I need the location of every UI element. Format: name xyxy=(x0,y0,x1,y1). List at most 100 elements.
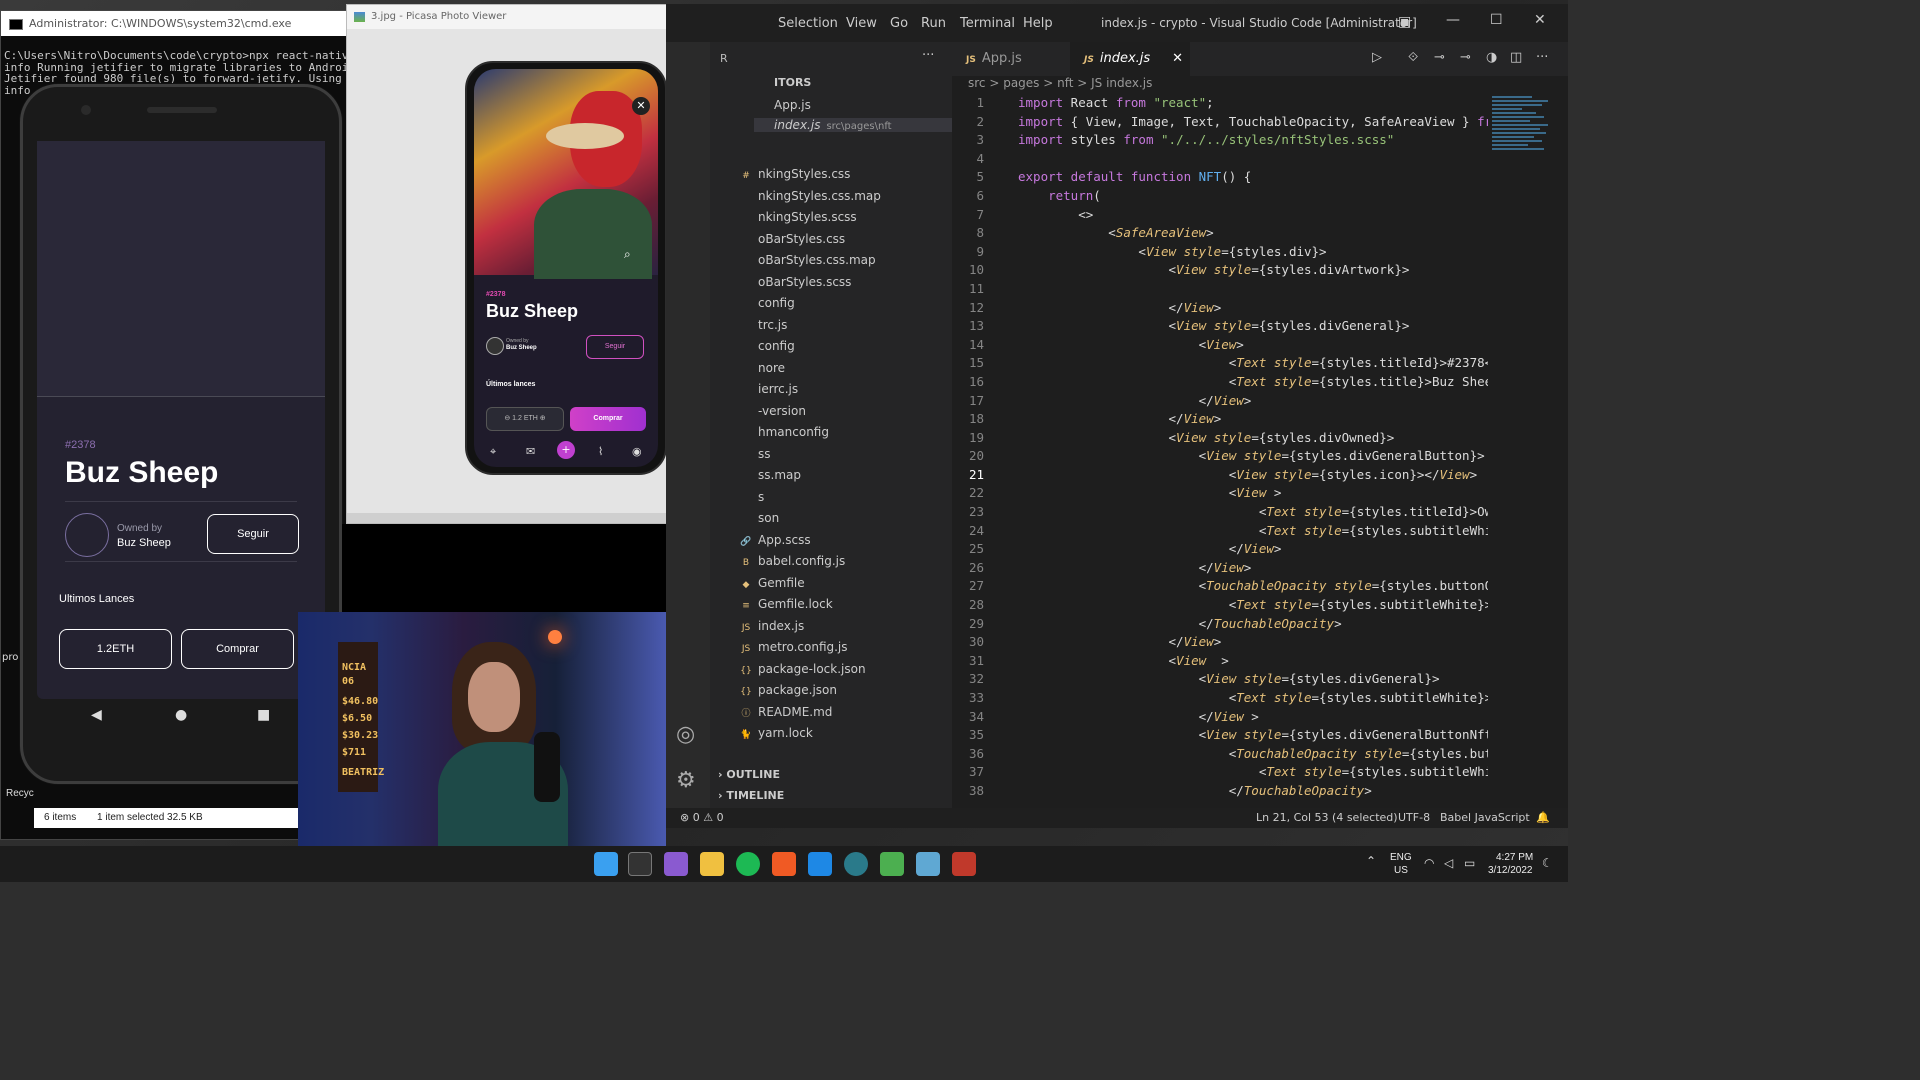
gear-icon[interactable]: ⚙ xyxy=(676,768,696,793)
clock-time[interactable]: 4:27 PM xyxy=(1496,852,1533,863)
buy-button[interactable]: Comprar xyxy=(181,629,294,669)
git-compare-icon[interactable]: ⟐ xyxy=(1408,50,1418,65)
tab-index-js[interactable]: JS index.js ✕ xyxy=(1070,42,1190,76)
more-actions-icon[interactable]: ··· xyxy=(1536,50,1548,65)
emulator-screen[interactable]: #2378 Buz Sheep Owned by Buz Sheep Segui… xyxy=(37,141,325,699)
microphone xyxy=(534,732,560,802)
bell-icon[interactable]: 🔔 xyxy=(1536,808,1550,828)
brave-icon[interactable] xyxy=(772,852,796,876)
file-item[interactable]: JS metro.config.js xyxy=(740,640,848,654)
language-mode[interactable]: Babel JavaScript xyxy=(1440,808,1530,828)
moon-icon[interactable]: ☾ xyxy=(1542,856,1553,870)
terminal-icon[interactable] xyxy=(628,852,652,876)
tab-app-js[interactable]: JS App.js xyxy=(952,42,1062,76)
more-icon[interactable]: ··· xyxy=(922,48,934,63)
open-changes-icon[interactable]: ◑ xyxy=(1486,50,1497,65)
file-item[interactable]: JS index.js xyxy=(740,619,804,633)
status-bar: ⊗ 0 ⚠ 0 Ln 21, Col 53 (4 selected) UTF-8… xyxy=(666,808,1568,828)
split-editor-icon[interactable]: ◫ xyxy=(1510,50,1522,65)
next-change-icon[interactable]: ⊸ xyxy=(1460,50,1471,65)
file-item[interactable]: config xyxy=(740,339,795,353)
file-item[interactable]: hmanconfig xyxy=(740,425,829,439)
spotify-icon[interactable] xyxy=(736,852,760,876)
close-icon[interactable]: ✕ xyxy=(1534,12,1546,28)
file-item[interactable]: ss.map xyxy=(740,468,801,482)
tab-label: App.js xyxy=(981,51,1022,66)
file-item[interactable]: 🐈 yarn.lock xyxy=(740,726,812,740)
breadcrumb[interactable]: src > pages > nft > JS index.js xyxy=(968,76,1152,90)
node-icon[interactable] xyxy=(880,852,904,876)
file-item[interactable]: {} package.json xyxy=(740,683,837,697)
layout-icon[interactable]: ▣ xyxy=(1398,14,1411,30)
file-item[interactable]: oBarStyles.scss xyxy=(740,275,851,289)
language-indicator[interactable]: ENG xyxy=(1390,852,1412,863)
cmd-icon[interactable] xyxy=(952,852,976,876)
file-item[interactable]: nkingStyles.css.map xyxy=(740,189,881,203)
menu-view[interactable]: View xyxy=(846,16,877,31)
vscode-icon[interactable] xyxy=(808,852,832,876)
file-item[interactable]: nkingStyles.scss xyxy=(740,210,857,224)
follow-button[interactable]: Seguir xyxy=(207,514,299,554)
minimap[interactable] xyxy=(1492,94,1554,174)
timeline-section[interactable]: › TIMELINE xyxy=(718,789,784,802)
file-item[interactable]: ◆ Gemfile xyxy=(740,576,805,590)
file-item[interactable]: oBarStyles.css xyxy=(740,232,845,246)
file-item[interactable]: ierrc.js xyxy=(740,382,798,396)
menu-go[interactable]: Go xyxy=(890,16,908,31)
file-type-icon: 🐈 xyxy=(740,730,752,740)
menu-selection[interactable]: Selection xyxy=(778,16,838,31)
file-item[interactable]: ≡ Gemfile.lock xyxy=(740,597,832,611)
file-item[interactable]: ⓘ README.md xyxy=(740,705,832,719)
wifi-icon[interactable]: ◠ xyxy=(1424,856,1434,870)
recents-icon[interactable]: ■ xyxy=(257,707,270,723)
recycle-bin-label[interactable]: Recyc xyxy=(6,788,34,799)
cursor-position[interactable]: Ln 21, Col 53 (4 selected) xyxy=(1256,808,1398,828)
volume-icon[interactable]: ◁ xyxy=(1444,856,1453,870)
menu-terminal[interactable]: Terminal xyxy=(960,16,1015,31)
file-item[interactable]: -version xyxy=(740,404,806,418)
cmd-titlebar[interactable]: Administrator: C:\WINDOWS\system32\cmd.e… xyxy=(1,11,359,36)
file-item[interactable]: s xyxy=(740,490,764,504)
minimize-icon[interactable]: — xyxy=(1446,12,1460,28)
back-icon[interactable]: ◀ xyxy=(91,707,102,723)
file-item[interactable]: # nkingStyles.css xyxy=(740,167,850,181)
close-tab-icon[interactable]: ✕ xyxy=(1172,51,1183,66)
account-icon[interactable]: ◎ xyxy=(676,722,695,747)
outline-section[interactable]: › OUTLINE xyxy=(718,768,780,781)
problems-indicator[interactable]: ⊗ 0 ⚠ 0 xyxy=(680,808,724,828)
photo-viewer-icon[interactable] xyxy=(916,852,940,876)
file-item[interactable]: oBarStyles.css.map xyxy=(740,253,876,267)
vscode-window[interactable]: Selection View Go Run Terminal Help inde… xyxy=(666,4,1568,828)
open-editor-item[interactable]: index.js src\pages\nft xyxy=(754,118,952,132)
code-editor[interactable]: import React from "react"; import { View… xyxy=(1018,94,1488,801)
encoding-indicator[interactable]: UTF-8 xyxy=(1398,808,1430,828)
region-indicator[interactable]: US xyxy=(1394,865,1408,876)
menu-run[interactable]: Run xyxy=(921,16,946,31)
clock-date[interactable]: 3/12/2022 xyxy=(1488,865,1533,876)
home-icon[interactable]: ● xyxy=(175,707,187,723)
previous-change-icon[interactable]: ⊸ xyxy=(1434,50,1445,65)
file-explorer-icon[interactable] xyxy=(700,852,724,876)
file-item[interactable]: config xyxy=(740,296,795,310)
menu-help[interactable]: Help xyxy=(1023,16,1053,31)
eth-price-button[interactable]: 1.2ETH xyxy=(59,629,172,669)
file-label: nkingStyles.scss xyxy=(758,210,857,224)
windows-start-icon[interactable] xyxy=(594,852,618,876)
file-item[interactable]: nore xyxy=(740,361,785,375)
chevron-up-icon[interactable]: ⌃ xyxy=(1366,854,1376,868)
run-icon[interactable]: ▷ xyxy=(1372,50,1382,65)
file-item[interactable]: ss xyxy=(740,447,771,461)
file-item[interactable]: Bbabel.config.js xyxy=(740,554,845,568)
visual-studio-icon[interactable] xyxy=(664,852,688,876)
android-emulator[interactable]: #2378 Buz Sheep Owned by Buz Sheep Segui… xyxy=(20,84,342,784)
battery-icon[interactable]: ▭ xyxy=(1464,856,1475,870)
file-item[interactable]: son xyxy=(740,511,779,525)
open-editors-header[interactable]: ITORS xyxy=(774,76,811,89)
vscode-titlebar[interactable]: Selection View Go Run Terminal Help inde… xyxy=(666,4,1568,42)
open-editor-item[interactable]: App.js xyxy=(774,98,811,112)
file-item[interactable]: 🔗 App.scss xyxy=(740,533,810,547)
file-item[interactable]: {} package-lock.json xyxy=(740,662,865,676)
file-item[interactable]: trc.js xyxy=(740,318,787,332)
maximize-icon[interactable]: ☐ xyxy=(1490,12,1503,28)
app-icon[interactable] xyxy=(844,852,868,876)
